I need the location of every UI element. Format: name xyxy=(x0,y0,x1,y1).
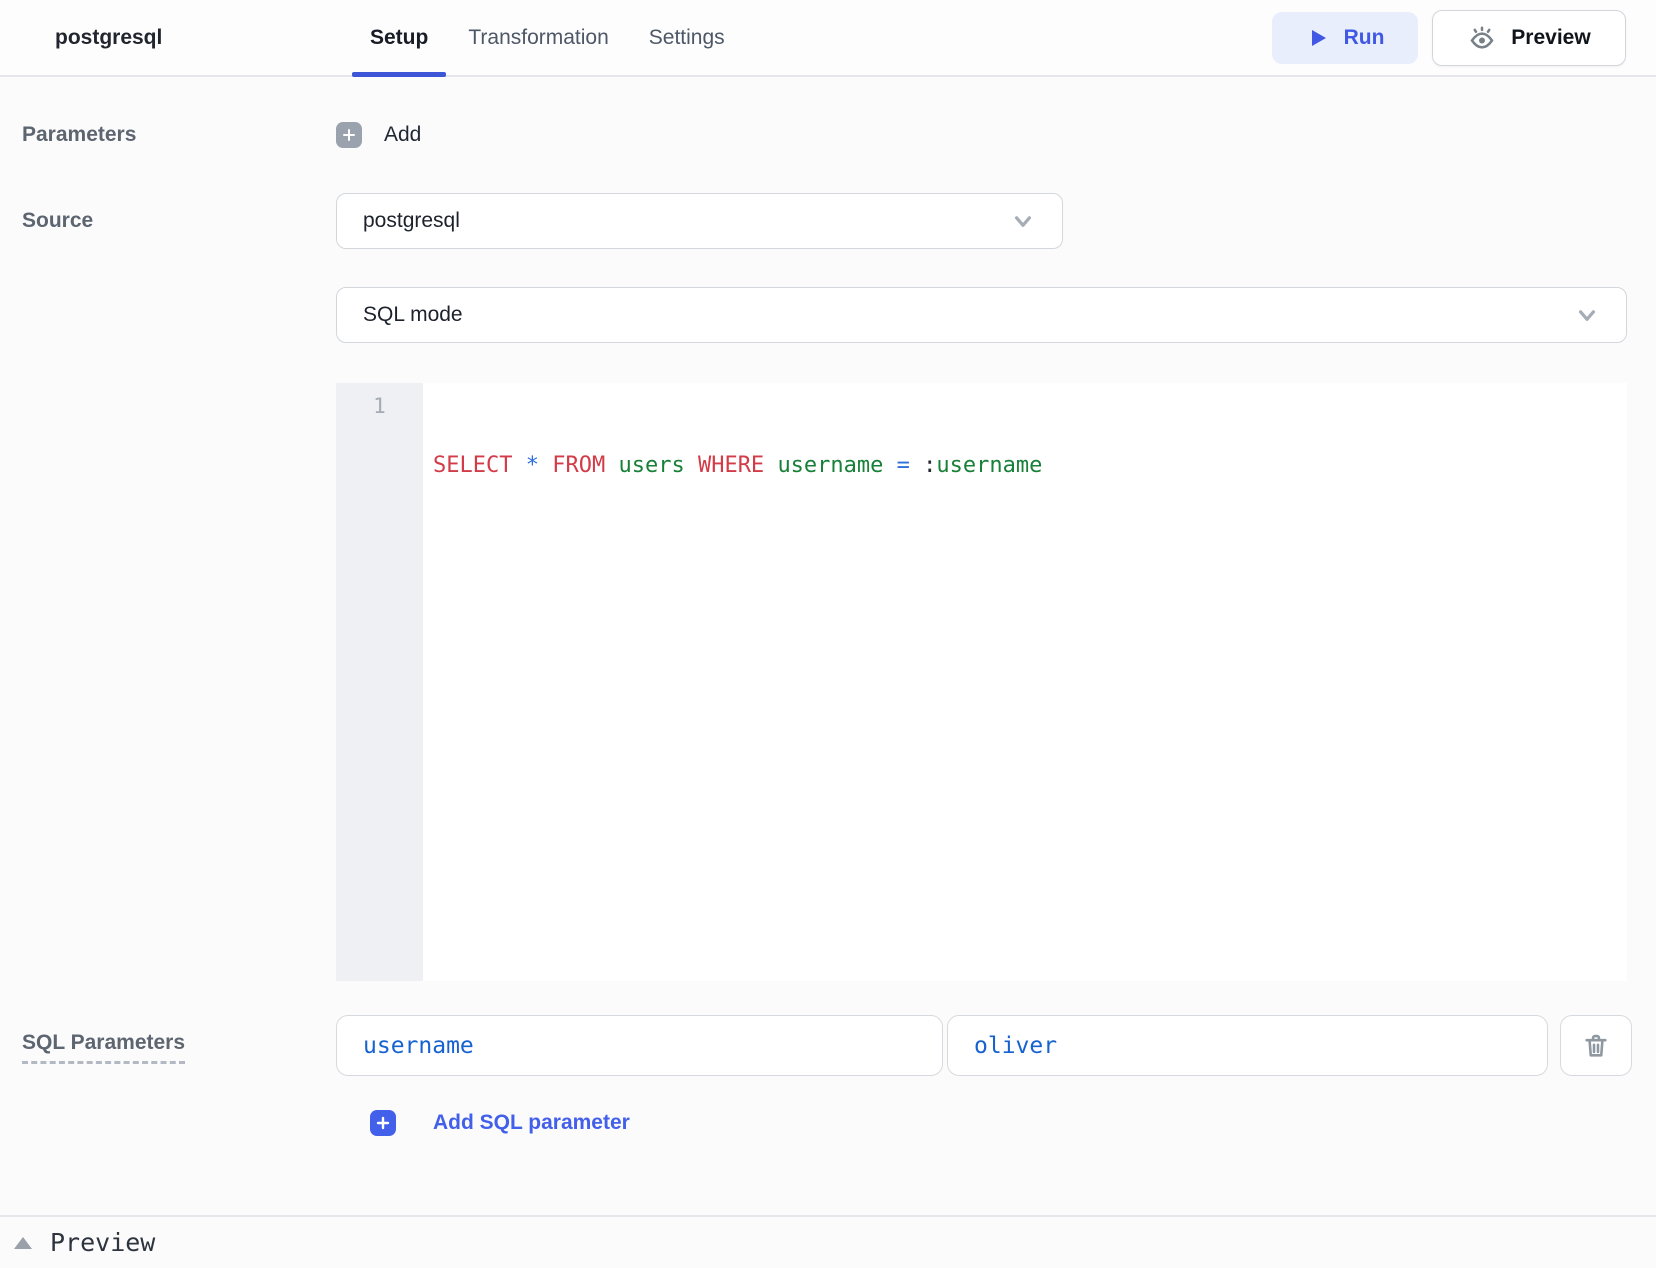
run-button[interactable]: Run xyxy=(1272,12,1418,64)
tab-setup[interactable]: Setup xyxy=(352,0,446,75)
editor-row: 1 SELECT * FROM users WHERE username = :… xyxy=(0,383,1656,981)
chevron-down-icon xyxy=(1008,206,1038,236)
trash-icon xyxy=(1582,1032,1610,1060)
header-actions: Run Preview xyxy=(1272,0,1656,75)
tab-settings-label: Settings xyxy=(649,26,725,50)
add-sql-parameter-row: Add SQL parameter xyxy=(0,1105,1656,1141)
add-parameter-button[interactable] xyxy=(336,122,362,148)
code-line: SELECT * FROM users WHERE username = :us… xyxy=(433,451,1627,481)
sql-parameters-label: SQL Parameters xyxy=(22,1031,185,1064)
add-parameter-label[interactable]: Add xyxy=(384,123,421,147)
sql-parameter-value-input[interactable] xyxy=(947,1015,1548,1076)
top-bar: postgresql Setup Transformation Settings… xyxy=(0,0,1656,77)
tab-setup-label: Setup xyxy=(370,26,428,50)
tab-transformation-label: Transformation xyxy=(468,26,608,50)
sql-parameters-row: SQL Parameters xyxy=(0,1015,1656,1076)
plus-icon xyxy=(370,1110,396,1136)
preview-panel-header[interactable]: Preview xyxy=(0,1215,1656,1268)
editor-gutter: 1 xyxy=(336,383,423,981)
source-label: Source xyxy=(22,209,93,232)
language-mode-value: SQL mode xyxy=(363,303,463,327)
source-select-value: postgresql xyxy=(363,209,460,233)
code-editor[interactable]: 1 SELECT * FROM users WHERE username = :… xyxy=(336,383,1627,981)
delete-sql-parameter-button[interactable] xyxy=(1560,1015,1632,1076)
tab-transformation[interactable]: Transformation xyxy=(450,0,626,75)
source-select[interactable]: postgresql xyxy=(336,193,1063,249)
parameters-row: Parameters Add xyxy=(0,113,1656,157)
eye-icon xyxy=(1467,23,1497,53)
add-sql-parameter-label: Add SQL parameter xyxy=(433,1111,630,1135)
run-button-label: Run xyxy=(1344,26,1385,50)
preview-panel-label: Preview xyxy=(50,1228,155,1257)
chevron-down-icon xyxy=(1572,300,1602,330)
play-icon xyxy=(1306,26,1330,50)
parameters-label: Parameters xyxy=(22,123,136,146)
triangle-up-icon xyxy=(14,1237,32,1249)
preview-button[interactable]: Preview xyxy=(1432,10,1626,66)
code-area[interactable]: SELECT * FROM users WHERE username = :us… xyxy=(423,383,1627,981)
language-mode-select[interactable]: SQL mode xyxy=(336,287,1627,343)
active-tab-underline xyxy=(352,72,446,77)
mode-row: SQL mode xyxy=(0,287,1656,343)
preview-button-label: Preview xyxy=(1511,26,1590,50)
tab-settings[interactable]: Settings xyxy=(631,0,743,75)
line-number: 1 xyxy=(336,391,423,421)
page-title: postgresql xyxy=(0,0,352,75)
sql-parameter-row xyxy=(336,1015,1632,1076)
tab-bar: Setup Transformation Settings xyxy=(352,0,743,75)
add-sql-parameter-button[interactable]: Add SQL parameter xyxy=(336,1110,630,1136)
plus-icon xyxy=(341,127,357,143)
source-row: Source postgresql xyxy=(0,193,1656,249)
sql-parameter-name-input[interactable] xyxy=(336,1015,943,1076)
